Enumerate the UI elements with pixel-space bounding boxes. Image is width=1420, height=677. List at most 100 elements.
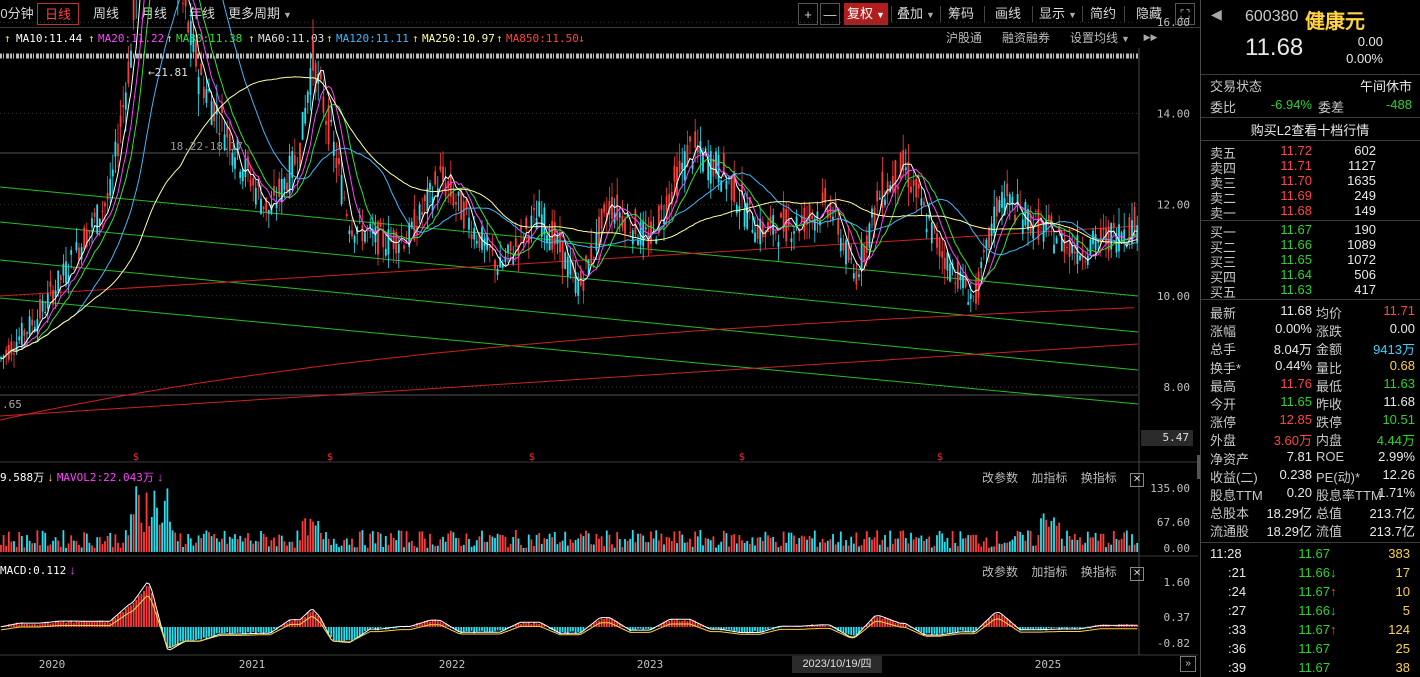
- macd-bar: [743, 627, 746, 633]
- volume-bar: [964, 538, 967, 552]
- volume-bar: [975, 534, 977, 552]
- candle-body: [119, 115, 122, 127]
- volume-bar: [663, 544, 665, 552]
- candle-body: [886, 181, 889, 195]
- volume-bar: [275, 546, 278, 552]
- volume-bar: [457, 538, 460, 552]
- volume-bar: [847, 545, 850, 552]
- event-marker-icon: $: [739, 452, 745, 463]
- macd-bar: [330, 627, 333, 637]
- candle-body: [184, 0, 187, 7]
- stat-label: 收益(二): [1210, 469, 1258, 485]
- volume-bar: [486, 541, 489, 552]
- volume-bar: [956, 546, 959, 552]
- volume-bar: [353, 547, 356, 552]
- macd-bar: [561, 627, 564, 632]
- macd-bar: [200, 627, 203, 640]
- volume-bar: [925, 539, 928, 552]
- volume-bar: [665, 536, 668, 552]
- volume-bar: [720, 541, 723, 552]
- switch-indicator-button[interactable]: 换指标: [1081, 565, 1117, 579]
- volume-bar: [478, 536, 481, 552]
- volume-bar: [655, 530, 658, 552]
- candle-body: [249, 179, 252, 187]
- close-icon[interactable]: ✕: [1130, 473, 1145, 487]
- volume-bar: [1076, 539, 1079, 552]
- candle-body: [592, 256, 595, 258]
- macd-bar: [309, 612, 312, 627]
- volume-bar: [520, 544, 522, 552]
- candle-body: [202, 86, 205, 99]
- candle-body: [239, 171, 242, 178]
- candle-body: [23, 330, 26, 336]
- volume-bar: [886, 546, 889, 552]
- candle-body: [624, 218, 626, 234]
- volume-bar: [278, 534, 281, 552]
- volume-bar: [938, 530, 941, 552]
- price-change-pct: 0.00%: [1346, 51, 1383, 66]
- volume-bar: [494, 537, 496, 552]
- volume-bar: [878, 544, 881, 552]
- macd-bar: [925, 627, 928, 634]
- macd-pane-header: MACD:0.112 ↓: [0, 563, 76, 577]
- candle-body: [566, 256, 569, 277]
- stat-row: 外盘 3.60万 内盘 4.44万: [1200, 430, 1420, 448]
- candle-body: [306, 91, 309, 103]
- buy-l2-link[interactable]: 购买L2查看十档行情: [1200, 120, 1420, 139]
- last-price: 11.68: [1245, 34, 1304, 61]
- volume-bar: [163, 500, 166, 552]
- volume-bar: [894, 538, 897, 552]
- volume-bar: [923, 541, 925, 552]
- add-indicator-button[interactable]: 加指标: [1031, 565, 1067, 579]
- candle-body: [335, 158, 338, 168]
- year-tick-label: 2021: [239, 658, 266, 671]
- volume-bar: [1131, 534, 1133, 552]
- volume-bar: [348, 544, 351, 552]
- candle-body: [46, 293, 49, 309]
- candle-body: [1089, 239, 1092, 255]
- macd-bar: [670, 618, 673, 627]
- macd-bar: [689, 619, 691, 627]
- macd-bar: [223, 627, 226, 633]
- candle-body: [1055, 237, 1058, 244]
- candle-body: [946, 252, 949, 271]
- volume-bar: [1027, 530, 1029, 552]
- candle-body: [746, 203, 749, 229]
- close-icon[interactable]: ✕: [1130, 567, 1145, 581]
- macd-bar: [213, 627, 216, 637]
- volume-bar: [228, 536, 231, 552]
- volume-bar: [772, 537, 775, 552]
- add-indicator-button[interactable]: 加指标: [1031, 471, 1067, 485]
- macd-bar: [184, 627, 187, 641]
- candle-body: [288, 155, 291, 194]
- candle-body: [598, 216, 600, 247]
- volume-bar: [1099, 533, 1102, 552]
- switch-indicator-button[interactable]: 换指标: [1081, 471, 1117, 485]
- collapse-panel-icon[interactable]: ◀: [1211, 6, 1222, 23]
- volume-bar: [527, 534, 530, 552]
- volume-bar: [985, 537, 988, 552]
- volume-bar: [218, 541, 221, 552]
- volume-bar: [88, 542, 91, 552]
- macd-bar: [754, 627, 756, 631]
- volume-bar: [358, 531, 361, 552]
- candle-body: [286, 182, 288, 192]
- volume-bar: [460, 545, 463, 552]
- macd-bar: [130, 605, 132, 627]
- volume-bar: [761, 540, 764, 552]
- volume-bar: [52, 540, 54, 552]
- macd-bar: [257, 627, 260, 632]
- candle-body: [832, 216, 834, 220]
- scroll-right-icon[interactable]: »: [1180, 656, 1196, 672]
- edit-params-button[interactable]: 改参数: [982, 565, 1018, 579]
- ask-price: 11.70: [1280, 173, 1312, 188]
- volume-bar: [616, 532, 619, 552]
- volume-bar: [551, 537, 554, 552]
- candle-body: [949, 263, 951, 282]
- stock-code: 600380: [1245, 8, 1299, 25]
- volume-bar: [936, 535, 938, 552]
- edit-params-button[interactable]: 改参数: [982, 471, 1018, 485]
- candle-body: [860, 243, 863, 270]
- volume-bar: [332, 538, 335, 552]
- ask-volume: 149: [1354, 203, 1376, 218]
